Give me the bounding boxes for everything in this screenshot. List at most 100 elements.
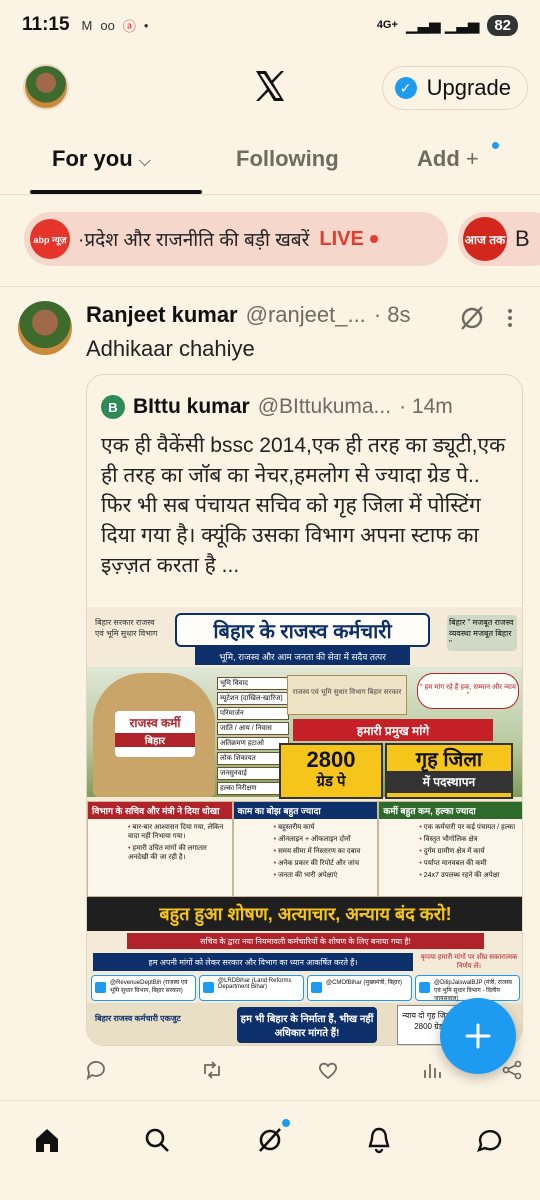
poster-column: कर्मी बहुत कम, हल्का ज्यादा एक कर्मचारी … bbox=[378, 801, 522, 897]
status-time: 11:15 bbox=[22, 14, 70, 35]
poster-map-text: बिहार " मजबूत राजस्व व्यवस्था मजबूत बिहा… bbox=[447, 615, 517, 651]
quoted-author-avatar[interactable]: B bbox=[101, 395, 125, 419]
tweet-media-image[interactable]: बिहार सरकार राजस्व एवं भूमि सुधार विभाग … bbox=[87, 607, 522, 1045]
airtel-icon: ⓐ bbox=[122, 18, 136, 34]
live-label: LIVE bbox=[319, 227, 364, 250]
tweet-text: Adhikaar chahiye bbox=[86, 336, 255, 361]
poster-gov-label: बिहार सरकार राजस्व एवं भूमि सुधार विभाग bbox=[95, 618, 158, 638]
tab-add[interactable]: Add + bbox=[417, 146, 479, 172]
tweet-author-handle[interactable]: @ranjeet_... bbox=[246, 302, 366, 328]
tweet-author-name[interactable]: Ranjeet kumar bbox=[86, 302, 238, 328]
new-dot-indicator bbox=[492, 142, 499, 149]
grok-icon[interactable] bbox=[458, 304, 486, 332]
search-icon[interactable] bbox=[142, 1125, 172, 1155]
news-banner-2-text: B bbox=[515, 226, 530, 251]
poster-slogan-bubble: " हम मांग रहे हैं हक, सम्मान और न्याय " bbox=[417, 673, 519, 709]
poster-handle: @CMOfBihar (मुख्यमंत्री, बिहार) bbox=[307, 975, 412, 1001]
quoted-author-name[interactable]: BIttu kumar bbox=[133, 395, 250, 419]
poster-big-slogan: बहुत हुआ शोषण, अत्याचार, अन्याय बंद करो! bbox=[87, 897, 522, 931]
tab-for-you-label: For you bbox=[52, 146, 133, 171]
poster-column-item: जनता की भारी अपेक्षाएं bbox=[274, 871, 374, 880]
quoted-tweet-time: · 14m bbox=[399, 395, 453, 418]
app-header: ✓ Upgrade bbox=[0, 62, 540, 114]
tab-add-label: Add bbox=[417, 146, 460, 171]
poster-handle: @LRDBihar (Land Reforms Department Bihar… bbox=[199, 975, 304, 1001]
poster-grievance-columns: विभाग के सचिव और मंत्री ने दिया धोखा बार… bbox=[87, 801, 522, 897]
poster-demand1-small: ग्रेड पे bbox=[316, 773, 346, 790]
poster-column-item: 24x7 उपलब्ध रहने की अपेक्षा bbox=[419, 871, 519, 880]
poster-sign: परिमार्जन bbox=[217, 707, 289, 720]
news-banner-text: ·प्रदेश और राजनीति की बड़ी खबरें bbox=[78, 230, 310, 251]
reply-icon[interactable] bbox=[84, 1058, 108, 1082]
poster-column-title: विभाग के सचिव और मंत्री ने दिया धोखा bbox=[88, 802, 232, 819]
live-news-banner[interactable]: abp न्यूज़ ·प्रदेश और राजनीति की बड़ी खब… bbox=[24, 212, 448, 266]
poster-man-label: राजस्व कर्मी बिहार bbox=[115, 711, 195, 757]
network-label: 4G+ bbox=[376, 19, 398, 31]
status-bar: 11:15 M oo ⓐ • 4G+ ▁▃▅ ▁▃▅ 82 bbox=[0, 0, 540, 50]
live-news-banner-2[interactable]: आज तक B bbox=[458, 212, 540, 266]
messages-icon[interactable] bbox=[475, 1125, 505, 1155]
retweet-icon[interactable] bbox=[200, 1058, 224, 1082]
poster-blue-bar: हम अपनी मांगों को लेकर सरकार और विभाग का… bbox=[93, 953, 413, 971]
abp-news-logo: abp न्यूज़ bbox=[30, 219, 70, 259]
poster-sign: भूमि विवाद bbox=[217, 677, 289, 690]
x-logo[interactable] bbox=[250, 66, 290, 106]
poster-column-item: ऑनलाइन + ऑफलाइन दोनों bbox=[274, 835, 374, 844]
status-notification-icons: M oo ⓐ • bbox=[82, 16, 149, 35]
tweet-header: Ranjeet kumar @ranjeet_... · 8s bbox=[86, 302, 411, 328]
poster-column: काम का बोझ बहुत ज्यादा बहुस्तरीय कार्य ऑ… bbox=[232, 801, 379, 897]
quoted-tweet-text: एक ही वैकेंसी bssc 2014,एक ही तरह का ड्य… bbox=[101, 434, 506, 577]
more-icon[interactable] bbox=[504, 304, 516, 332]
quoted-author-handle[interactable]: @BIttukuma... bbox=[258, 395, 391, 419]
poster-man-label-top: राजस्व कर्मी bbox=[129, 716, 181, 730]
home-icon[interactable] bbox=[32, 1125, 62, 1155]
poster-title: बिहार के राजस्व कर्मचारी bbox=[175, 613, 430, 647]
grok-icon[interactable] bbox=[255, 1125, 285, 1155]
poster-demand1-big: 2800 bbox=[306, 747, 356, 772]
compose-post-button[interactable] bbox=[440, 998, 516, 1074]
like-icon[interactable] bbox=[316, 1058, 340, 1082]
poster-column-title: कर्मी बहुत कम, हल्का ज्यादा bbox=[379, 802, 522, 819]
poster-foot-left: बिहार राजस्व कर्मचारी एकजुट bbox=[95, 1014, 181, 1023]
poster-column-item: बार-बार आश्वासन दिया गया, लेकिन वादा नही… bbox=[128, 823, 228, 841]
poster-handle: @RevenueDeptBih (राजस्व एवं भूमि सुधार व… bbox=[91, 975, 196, 1001]
poster-handle: @DilipJaiswalBJP (मंत्री, राजस्व एवं भूम… bbox=[415, 975, 520, 1002]
poster-sign: म्यूटेशन (दाखिल-खारिज) bbox=[217, 692, 289, 705]
tweet-author-avatar[interactable] bbox=[18, 301, 72, 355]
poster-foot-center: हम भी बिहार के निर्माता हैं, भीख नहीं अध… bbox=[237, 1007, 377, 1043]
poster-handles: @RevenueDeptBih (राजस्व एवं भूमि सुधार व… bbox=[91, 975, 520, 1002]
voicemail-icon: oo bbox=[100, 17, 115, 33]
notifications-icon[interactable] bbox=[364, 1125, 394, 1155]
poster-demand2-big: गृह जिला bbox=[415, 749, 483, 771]
plus-icon: + bbox=[465, 146, 479, 171]
poster-demand2-small: में पदस्थापन bbox=[387, 771, 511, 793]
poster-building: राजस्व एवं भूमि सुधार विभाग बिहार सरकार bbox=[287, 675, 407, 715]
poster-column-item: बहुस्तरीय कार्य bbox=[274, 823, 374, 832]
divider bbox=[0, 194, 540, 195]
tab-following[interactable]: Following bbox=[236, 146, 339, 172]
poster-demand-title: हमारी प्रमुख मांगे bbox=[293, 719, 493, 741]
gmail-icon: M bbox=[81, 17, 93, 33]
timeline-tabs: For you ⌵ Following Add + bbox=[0, 132, 540, 194]
poster-sign: जाति / आय / निवास bbox=[217, 722, 289, 735]
grok-new-dot bbox=[282, 1119, 290, 1127]
views-icon[interactable] bbox=[420, 1058, 444, 1082]
poster-demand-grade-pay: 2800 ग्रेड पे bbox=[279, 743, 383, 799]
upgrade-button[interactable]: ✓ Upgrade bbox=[381, 66, 528, 110]
signal-icon: ▁▃▅ ▁▃▅ bbox=[405, 17, 480, 34]
dot-icon: • bbox=[143, 17, 149, 33]
tab-for-you[interactable]: For you ⌵ bbox=[52, 146, 151, 172]
poster-column-item: एक कर्मचारी पर कई पंचायत / हल्का bbox=[419, 823, 519, 832]
poster-column-title: काम का बोझ बहुत ज्यादा bbox=[233, 802, 378, 819]
quoted-tweet[interactable]: B BIttu kumar @BIttukuma... · 14m एक ही … bbox=[86, 374, 523, 1046]
plus-icon bbox=[465, 1023, 491, 1049]
poster-column-item: अनेक प्रकार की रिपोर्ट और जांच bbox=[274, 859, 374, 868]
poster-blue-note: कृपया हमारी मांगों पर शीघ्र सकारात्मक नि… bbox=[420, 954, 518, 970]
tweet-time: · 8s bbox=[373, 302, 411, 327]
poster-column-item: हमारी उचित मांगों की लगातार अनदेखी की जा… bbox=[128, 844, 228, 862]
profile-avatar[interactable] bbox=[23, 64, 69, 110]
poster-subtitle: भूमि, राजस्व और आम जनता की सेवा में सदैव… bbox=[195, 647, 410, 665]
poster-column: विभाग के सचिव और मंत्री ने दिया धोखा बार… bbox=[87, 801, 233, 897]
divider bbox=[0, 286, 540, 287]
live-dot-icon bbox=[369, 235, 378, 243]
